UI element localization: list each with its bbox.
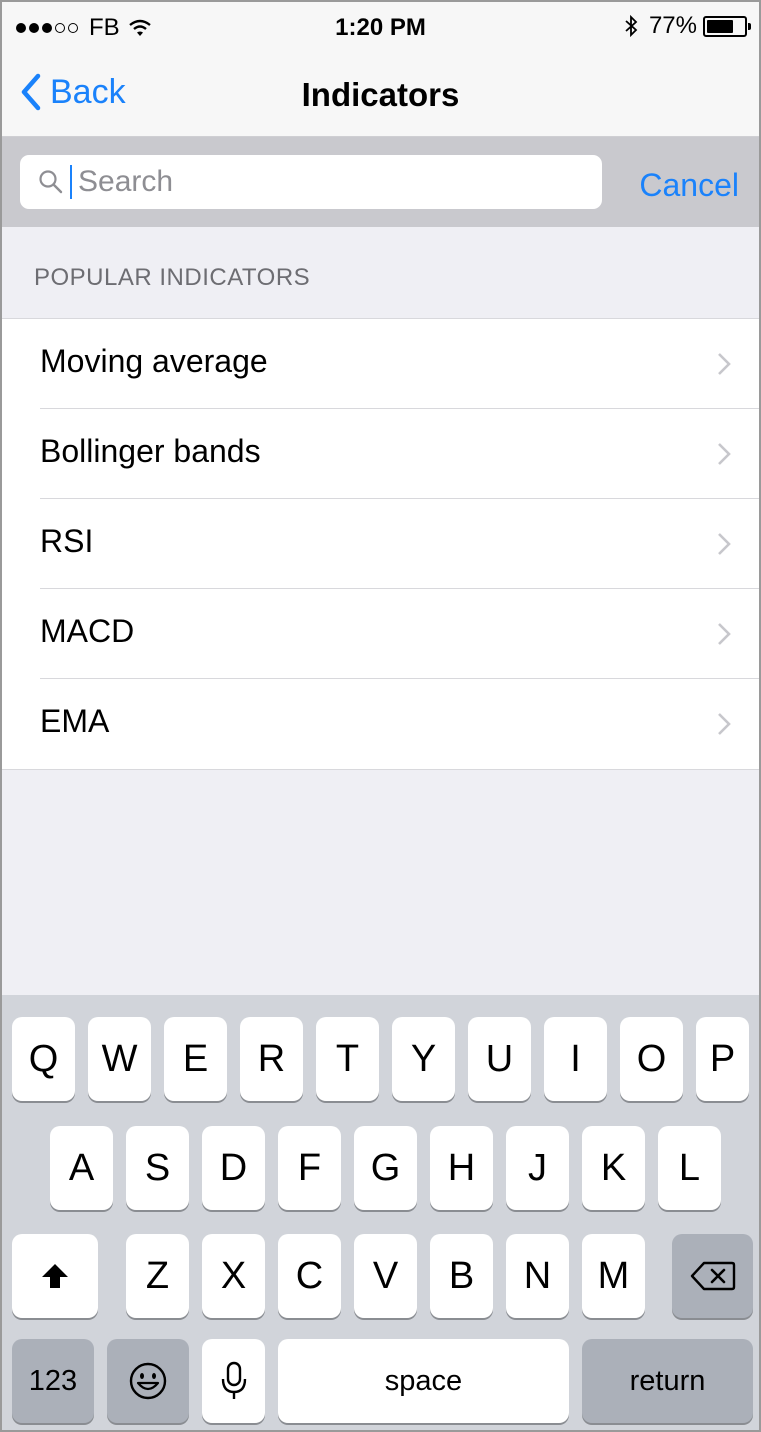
nav-bar: Back Indicators (2, 58, 759, 136)
bluetooth-icon (625, 14, 638, 38)
key-o[interactable]: O (620, 1017, 683, 1101)
key-f[interactable]: F (278, 1126, 341, 1210)
chevron-right-icon (718, 533, 731, 555)
cancel-button[interactable]: Cancel (639, 167, 739, 204)
key-q[interactable]: Q (12, 1017, 75, 1101)
key-u[interactable]: U (468, 1017, 531, 1101)
battery-fill (707, 19, 733, 33)
key-g[interactable]: G (354, 1126, 417, 1210)
return-key[interactable]: return (582, 1339, 753, 1423)
search-icon (39, 170, 63, 194)
list-item[interactable]: RSI (2, 499, 759, 589)
chevron-right-icon (718, 353, 731, 375)
status-bar: FB 1:20 PM 77% (2, 2, 759, 54)
key-e[interactable]: E (164, 1017, 227, 1101)
section-header: POPULAR INDICATORS (34, 264, 311, 291)
list-item-label: MACD (40, 613, 135, 649)
page-title: Indicators (301, 76, 460, 113)
indicator-list: Moving average Bollinger bands RSI MACD … (2, 318, 759, 770)
chevron-right-icon (718, 713, 731, 735)
key-h[interactable]: H (430, 1126, 493, 1210)
key-y[interactable]: Y (392, 1017, 455, 1101)
space-key[interactable]: space (278, 1339, 569, 1423)
key-i[interactable]: I (544, 1017, 607, 1101)
key-n[interactable]: N (506, 1234, 569, 1318)
backspace-icon (690, 1261, 735, 1291)
key-x[interactable]: X (202, 1234, 265, 1318)
key-v[interactable]: V (354, 1234, 417, 1318)
chevron-right-icon (718, 623, 731, 645)
microphone-icon (221, 1361, 246, 1399)
list-item-label: RSI (40, 523, 94, 559)
list-item[interactable]: EMA (2, 679, 759, 769)
key-b[interactable]: B (430, 1234, 493, 1318)
search-bar: Cancel (2, 137, 759, 227)
list-item[interactable]: Moving average (2, 319, 759, 409)
key-z[interactable]: Z (126, 1234, 189, 1318)
battery-percent: 77% (648, 12, 697, 39)
keyboard: Q W E R T Y U I O P A S D F G H J K L Z … (2, 995, 759, 1430)
key-p[interactable]: P (696, 1017, 749, 1101)
key-r[interactable]: R (240, 1017, 303, 1101)
numbers-key[interactable]: 123 (12, 1339, 94, 1423)
emoji-key[interactable] (107, 1339, 189, 1423)
navigation-header: FB 1:20 PM 77% Back Indicators (2, 2, 759, 137)
search-input[interactable] (78, 165, 558, 199)
phone-screen: FB 1:20 PM 77% Back Indicators Search Ca… (0, 0, 761, 1432)
shift-arrow-icon (42, 1264, 68, 1288)
key-l[interactable]: L (658, 1126, 721, 1210)
key-m[interactable]: M (582, 1234, 645, 1318)
dictation-key[interactable] (202, 1339, 265, 1423)
list-item[interactable]: MACD (2, 589, 759, 679)
key-t[interactable]: T (316, 1017, 379, 1101)
key-s[interactable]: S (126, 1126, 189, 1210)
emoji-icon (129, 1362, 167, 1400)
list-item-label: EMA (40, 703, 110, 739)
key-j[interactable]: J (506, 1126, 569, 1210)
battery-icon (703, 15, 751, 37)
list-item[interactable]: Bollinger bands (2, 409, 759, 499)
status-right: 77% (623, 12, 751, 40)
chevron-right-icon (718, 443, 731, 465)
key-k[interactable]: K (582, 1126, 645, 1210)
delete-key[interactable] (672, 1234, 753, 1318)
key-d[interactable]: D (202, 1126, 265, 1210)
key-a[interactable]: A (50, 1126, 113, 1210)
search-field[interactable] (20, 155, 602, 209)
text-cursor (70, 165, 72, 199)
shift-key[interactable] (12, 1234, 98, 1318)
list-item-label: Moving average (40, 343, 268, 379)
list-item-label: Bollinger bands (40, 433, 261, 469)
key-c[interactable]: C (278, 1234, 341, 1318)
key-w[interactable]: W (88, 1017, 151, 1101)
